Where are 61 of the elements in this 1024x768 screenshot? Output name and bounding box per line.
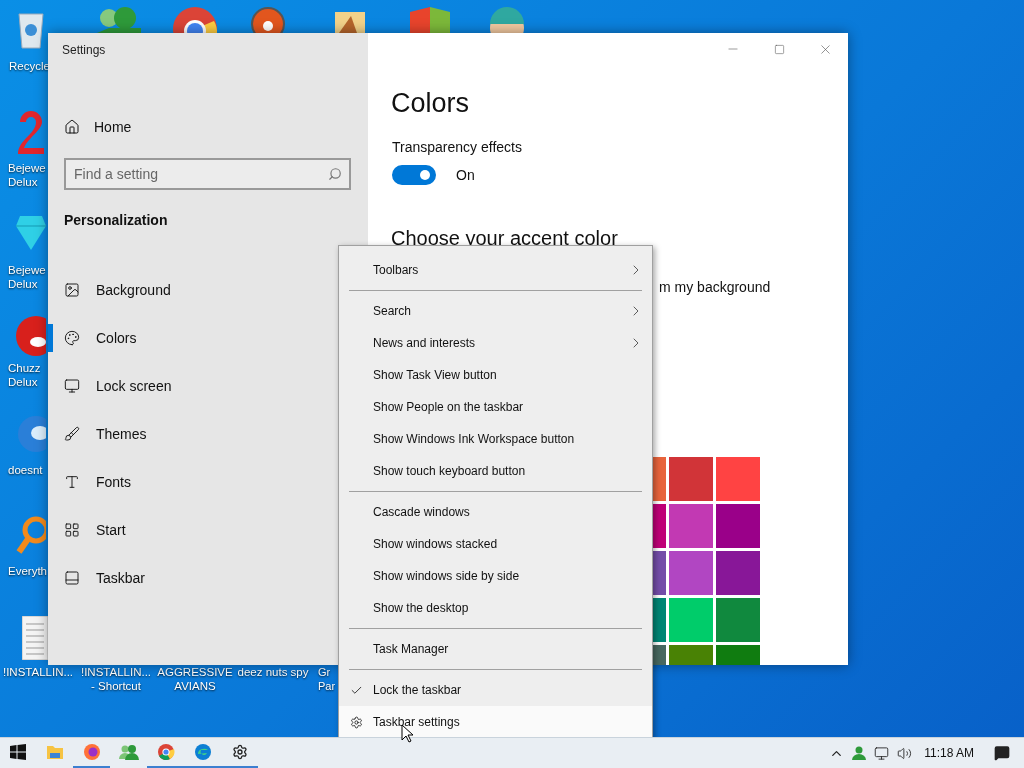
search-field[interactable]: Find a setting [64, 158, 351, 190]
swirl-icon [193, 743, 212, 761]
setting-label: Transparency effects [392, 139, 523, 155]
folder-icon [45, 744, 64, 760]
settings-icon [350, 715, 363, 729]
settings-icon [231, 744, 248, 760]
toggle-state: On [456, 167, 475, 183]
fox-globe-icon [82, 743, 101, 761]
desktop-icon-label: Chuzz Delux [7, 361, 41, 389]
people-icon[interactable] [95, 6, 141, 33]
browser-icon [156, 743, 175, 761]
desktop-icon-label: !INSTALLIN... - Shortcut [80, 665, 152, 693]
color-swatch[interactable] [716, 598, 760, 642]
home-link[interactable]: Home [48, 107, 368, 147]
color-swatch[interactable] [669, 504, 713, 548]
maximize-icon[interactable] [773, 43, 785, 55]
windows-logo-icon [10, 744, 26, 760]
color-swatch[interactable] [669, 457, 713, 501]
desktop-icon-label: Bejewe Delux [7, 161, 46, 189]
search-icon[interactable] [328, 167, 342, 181]
desktop-icon-label: Gr Par [318, 665, 336, 693]
grid-icon [64, 522, 80, 538]
document-icon[interactable] [22, 616, 48, 660]
section-heading: Personalization [63, 212, 169, 230]
home-icon [64, 119, 80, 135]
desktop-icon-label: doesnt [7, 463, 43, 477]
menu-item[interactable]: Task Manager [339, 633, 652, 665]
page-title: Colors [391, 88, 471, 119]
menu-item[interactable]: Lock the taskbar [339, 674, 652, 706]
desktop-icon-label: Bejewe Delux [7, 263, 46, 291]
brush-icon [64, 426, 80, 442]
desktop-icon-label: AGGRESSIVE AVIANS [157, 665, 233, 693]
person-icon [852, 746, 867, 760]
notification-icon [994, 745, 1010, 761]
desktop-icon-label: deez nuts spy [237, 665, 309, 679]
picture-icon [64, 282, 80, 298]
palette-icon [64, 330, 80, 346]
panel-icon [64, 570, 80, 586]
color-swatch[interactable] [716, 457, 760, 501]
desktop-icon-label: Everyth [7, 564, 47, 578]
clock[interactable]: 11:18 AM [924, 746, 974, 760]
mouse-cursor-icon [401, 724, 413, 743]
shield-icon[interactable] [410, 6, 450, 33]
toggle-switch[interactable] [392, 165, 436, 185]
menu-item[interactable]: Taskbar settings [339, 706, 652, 738]
letter-icon [64, 474, 80, 490]
color-swatch[interactable] [669, 598, 713, 642]
color-swatch[interactable] [716, 504, 760, 548]
desktop-icon-label: !INSTALLIN... [2, 665, 74, 679]
bin-icon[interactable] [16, 10, 46, 50]
color-swatch[interactable] [669, 551, 713, 595]
fuzzball-icon[interactable] [16, 314, 46, 358]
window-title: Settings [61, 42, 107, 59]
people-icon [118, 744, 139, 760]
monitor-icon [64, 378, 80, 394]
numeral-icon[interactable] [16, 108, 46, 154]
network-icon [874, 745, 890, 761]
color-swatch[interactable] [716, 551, 760, 595]
image-file-icon[interactable] [335, 12, 365, 33]
option-label: m my background [659, 279, 771, 295]
volume-icon [897, 745, 913, 761]
